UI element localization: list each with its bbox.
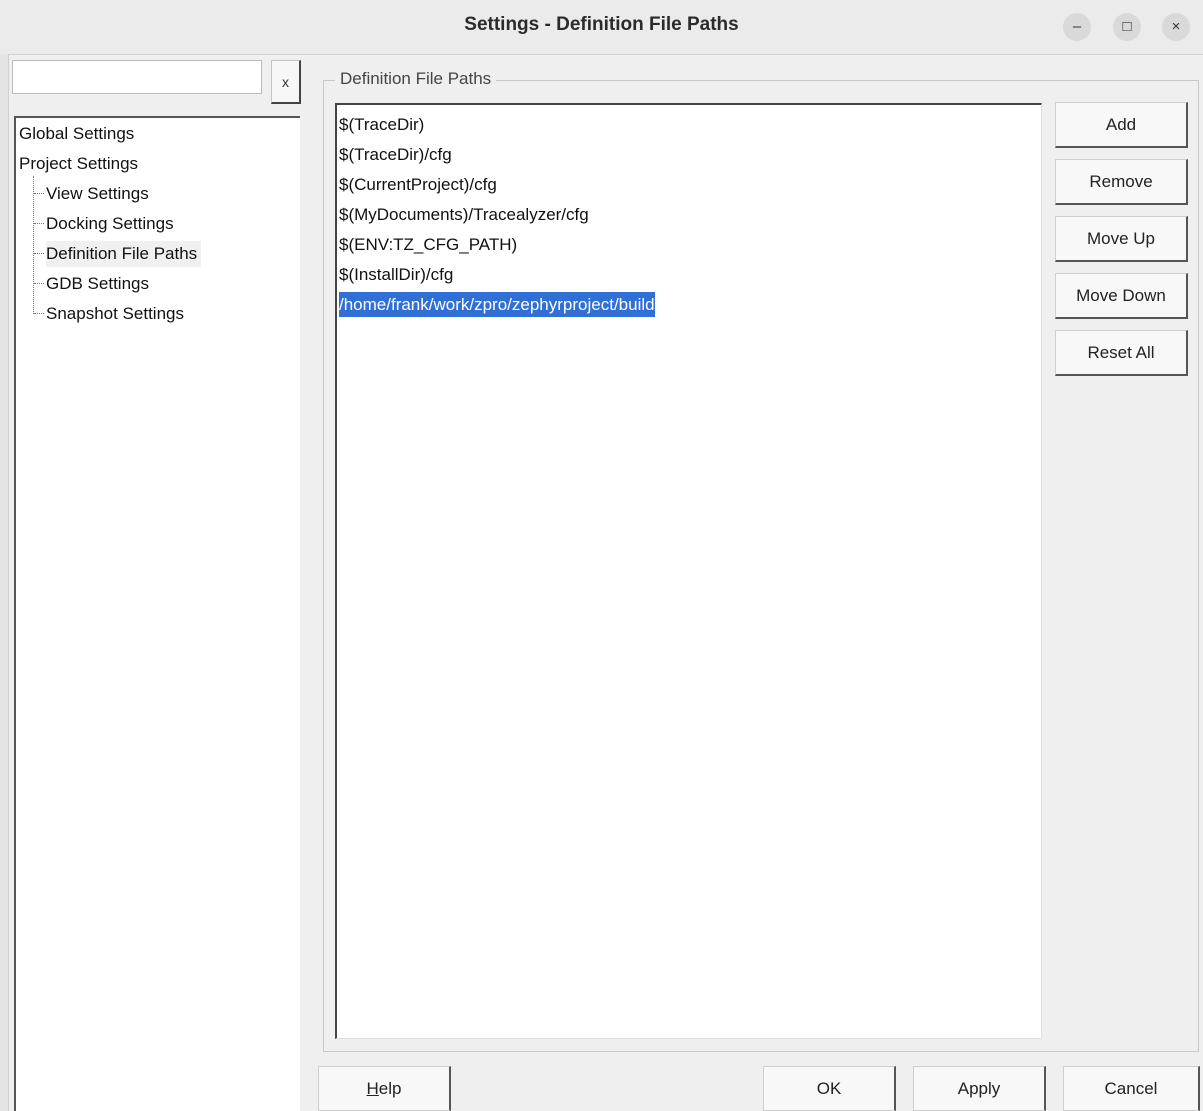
cancel-button[interactable]: Cancel	[1063, 1066, 1200, 1111]
path-list[interactable]: $(TraceDir) $(TraceDir)/cfg $(CurrentPro…	[335, 103, 1042, 1039]
help-button[interactable]: Help	[318, 1066, 451, 1111]
reset-all-button[interactable]: Reset All	[1055, 330, 1188, 376]
clear-search-button[interactable]: x	[271, 60, 301, 104]
tree-item-view-settings[interactable]: View Settings	[46, 181, 149, 207]
add-button[interactable]: Add	[1055, 102, 1188, 148]
ok-button[interactable]: OK	[763, 1066, 896, 1111]
tree-item-project-settings[interactable]: Project Settings	[19, 151, 138, 177]
list-item-selected[interactable]: /home/frank/work/zpro/zephyrproject/buil…	[339, 292, 655, 317]
group-title: Definition File Paths	[335, 69, 497, 89]
list-item[interactable]: $(InstallDir)/cfg	[339, 262, 453, 287]
list-item[interactable]: $(CurrentProject)/cfg	[339, 172, 497, 197]
list-item[interactable]: $(TraceDir)/cfg	[339, 142, 452, 167]
tree-item-docking-settings[interactable]: Docking Settings	[46, 211, 174, 237]
window-title: Settings - Definition File Paths	[464, 14, 739, 35]
tree-connector	[34, 283, 44, 284]
maximize-icon: □	[1122, 18, 1132, 35]
tree-item-definition-file-paths[interactable]: Definition File Paths	[46, 241, 202, 267]
list-item[interactable]: $(ENV:TZ_CFG_PATH)	[339, 232, 517, 257]
window-left-edge	[0, 54, 9, 1111]
list-item[interactable]: $(MyDocuments)/Tracealyzer/cfg	[339, 202, 589, 227]
move-up-button[interactable]: Move Up	[1055, 216, 1188, 262]
title-bar[interactable]: Settings - Definition File Paths – □ ×	[0, 0, 1203, 55]
tree-connector	[34, 223, 44, 224]
search-input[interactable]	[12, 60, 262, 94]
apply-button[interactable]: Apply	[913, 1066, 1046, 1111]
tree-item-global-settings[interactable]: Global Settings	[19, 121, 134, 147]
tree-item-gdb-settings[interactable]: GDB Settings	[46, 271, 149, 297]
remove-button[interactable]: Remove	[1055, 159, 1188, 205]
close-icon: ×	[1171, 18, 1181, 35]
tree-connector	[34, 253, 44, 254]
minimize-icon: –	[1072, 18, 1082, 35]
tree-item-snapshot-settings[interactable]: Snapshot Settings	[46, 301, 184, 327]
tree-connector	[34, 313, 44, 314]
close-button[interactable]: ×	[1162, 13, 1190, 41]
tree-connector	[33, 176, 34, 314]
minimize-button[interactable]: –	[1063, 13, 1091, 41]
maximize-button[interactable]: □	[1113, 13, 1141, 41]
tree-connector	[34, 193, 44, 194]
move-down-button[interactable]: Move Down	[1055, 273, 1188, 319]
settings-tree[interactable]: Global Settings Project Settings View Se…	[14, 116, 300, 1111]
list-item[interactable]: $(TraceDir)	[339, 112, 424, 137]
